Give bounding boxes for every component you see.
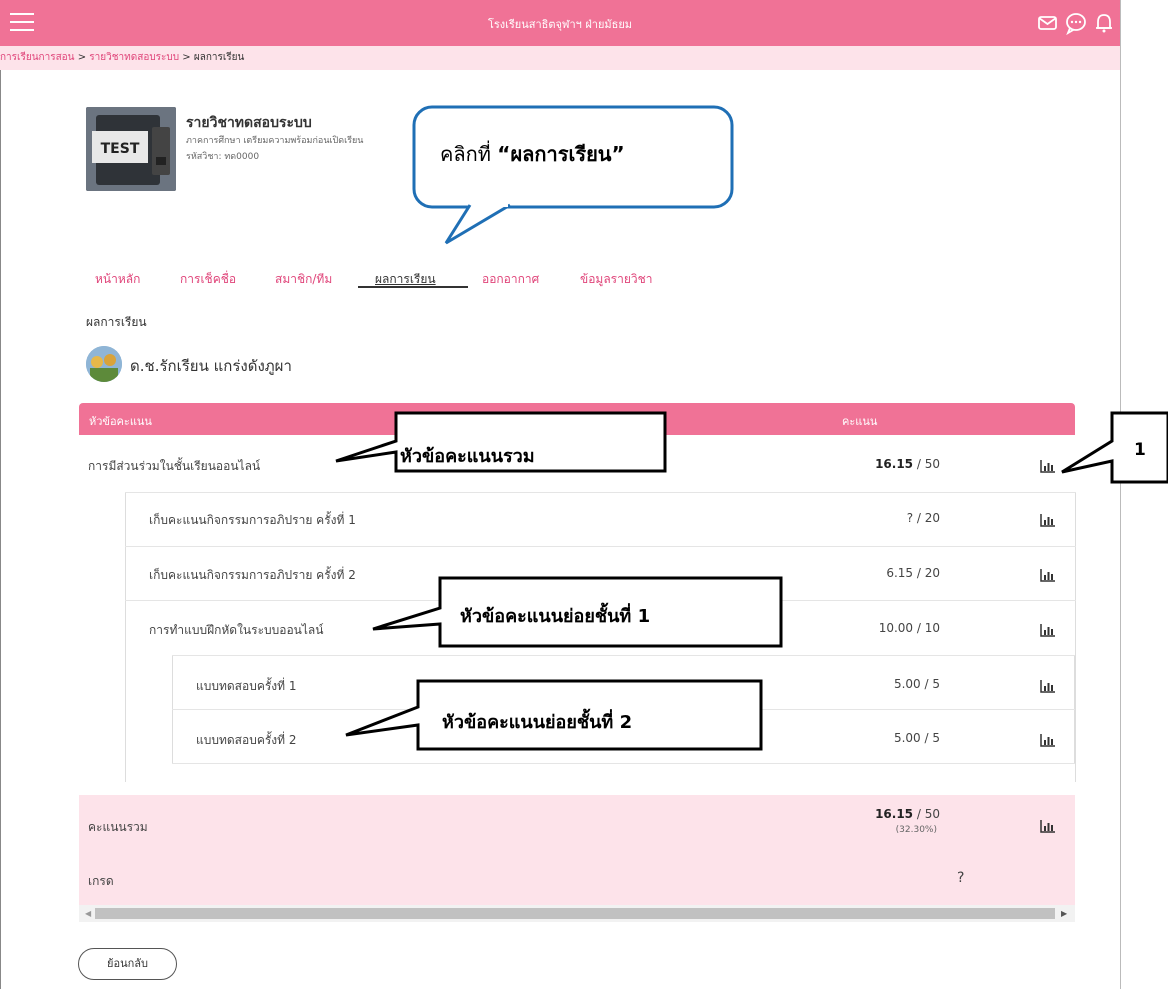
divider <box>172 763 1075 764</box>
scrollbar-thumb[interactable] <box>95 908 1055 919</box>
total-earned: 16.15 <box>875 807 914 821</box>
page-right-edge <box>1120 0 1121 989</box>
bar-chart-icon[interactable] <box>1040 818 1056 833</box>
total-score: 16.15 / 50 <box>820 807 940 821</box>
score-subtopic-level1: เก็บคะแนนกิจกรรมการอภิปราย ครั้งที่ 2 <box>149 568 356 582</box>
breadcrumb: การเรียนการสอน > รายวิชาทดสอบระบบ > ผลกา… <box>0 46 1120 70</box>
callout-sub-level2-text: หัวข้อคะแนนย่อยชั้นที่ 2 <box>442 712 633 733</box>
callout-bubble <box>412 105 734 245</box>
score-value: 10.00 / 10 <box>878 621 940 635</box>
tab-broadcast[interactable]: ออกอากาศ <box>482 270 539 289</box>
back-button[interactable]: ย้อนกลับ <box>78 948 177 980</box>
breadcrumb-separator: > <box>179 52 194 63</box>
avatar <box>86 346 122 382</box>
tab-attendance[interactable]: การเช็คชื่อ <box>180 270 236 289</box>
score-subtopic-level1: การทำแบบฝึกหัดในระบบออนไลน์ <box>149 623 324 637</box>
level1-border-right <box>1075 492 1076 782</box>
score-subtopic-level1: เก็บคะแนนกิจกรรมการอภิปราย ครั้งที่ 1 <box>149 513 356 527</box>
total-max: / 50 <box>913 807 940 821</box>
mail-icon[interactable] <box>1036 11 1060 35</box>
score-topic-total: การมีส่วนร่วมในชั้นเรียนออนไลน์ <box>88 459 261 473</box>
course-title: รายวิชาทดสอบระบบ <box>186 115 312 131</box>
section-title: ผลการเรียน <box>86 315 147 329</box>
score-value: 5.00 / 5 <box>893 731 940 745</box>
page-left-edge <box>0 70 1 989</box>
bell-icon[interactable] <box>1092 11 1116 35</box>
tab-course-info[interactable]: ข้อมูลรายวิชา <box>580 270 653 289</box>
app-title: โรงเรียนสาธิตจุฬาฯ ฝ่ายมัธยม <box>487 18 633 31</box>
divider <box>125 492 1076 493</box>
score-value: 6.15 / 20 <box>886 566 940 580</box>
total-label: คะแนนรวม <box>88 820 148 834</box>
grade-value: ? <box>957 870 965 886</box>
score-value: 16.15 / 50 <box>820 457 940 471</box>
breadcrumb-link-courses[interactable]: การเรียนการสอน <box>0 52 75 63</box>
divider <box>172 655 1075 656</box>
bar-chart-icon[interactable] <box>1040 678 1056 693</box>
total-row: คะแนนรวม 16.15 / 50 (32.30%) <box>79 795 1075 850</box>
score-subtopic-level2: แบบทดสอบครั้งที่ 1 <box>196 679 297 693</box>
grade-label: เกรด <box>88 874 114 888</box>
bar-chart-icon[interactable] <box>1040 458 1056 473</box>
callout-sub-level1-text: หัวข้อคะแนนย่อยชั้นที่ 1 <box>460 606 651 627</box>
callout-number <box>1061 411 1168 484</box>
student-name: ด.ช.รักเรียน แกร่งดังภูผา <box>130 357 292 375</box>
bar-chart-icon[interactable] <box>1040 512 1056 527</box>
grade-row: เกรด ? <box>79 850 1075 905</box>
bar-chart-icon[interactable] <box>1040 622 1056 637</box>
course-image: TEST <box>86 107 176 191</box>
callout-click-prefix: คลิกที่ <box>440 142 498 166</box>
active-tab-indicator <box>358 286 468 288</box>
callout-click-text: คลิกที่ “ผลการเรียน” <box>440 138 625 170</box>
tab-home[interactable]: หน้าหลัก <box>95 270 140 289</box>
divider <box>125 546 1076 547</box>
course-code: รหัสวิชา: ทด0000 <box>186 152 260 162</box>
tab-members[interactable]: สมาชิก/ทีม <box>275 270 332 289</box>
breadcrumb-separator: > <box>74 52 90 63</box>
course-term: ภาคการศึกษา เตรียมความพร้อมก่อนเปิดเรียน <box>186 136 364 146</box>
total-percent: (32.30%) <box>895 825 937 835</box>
breadcrumb-current: ผลการเรียน <box>193 52 245 63</box>
score-value: 5.00 / 5 <box>893 677 940 691</box>
score-earned: 16.15 <box>875 457 914 471</box>
chat-icon[interactable] <box>1064 11 1088 36</box>
bar-chart-icon[interactable] <box>1040 732 1056 747</box>
scroll-left-arrow-icon[interactable]: ◀ <box>85 909 91 918</box>
callout-click-target: “ผลการเรียน” <box>497 142 625 166</box>
scroll-right-arrow-icon[interactable]: ▶ <box>1061 909 1067 918</box>
bar-chart-icon[interactable] <box>1040 567 1056 582</box>
callout-total-topic-text: หัวข้อคะแนนรวม <box>400 446 535 467</box>
callout-number-text: 1 <box>1134 440 1146 460</box>
score-max: / 50 <box>913 457 940 471</box>
score-subtopic-level2: แบบทดสอบครั้งที่ 2 <box>196 733 297 747</box>
score-value: ? / 20 <box>906 511 940 525</box>
level1-border-left <box>125 492 126 782</box>
col-header-item: หัวข้อคะแนน <box>89 415 152 428</box>
course-image-text: TEST <box>101 141 140 157</box>
col-header-score: คะแนน <box>842 415 878 428</box>
breadcrumb-link-course[interactable]: รายวิชาทดสอบระบบ <box>89 52 179 63</box>
